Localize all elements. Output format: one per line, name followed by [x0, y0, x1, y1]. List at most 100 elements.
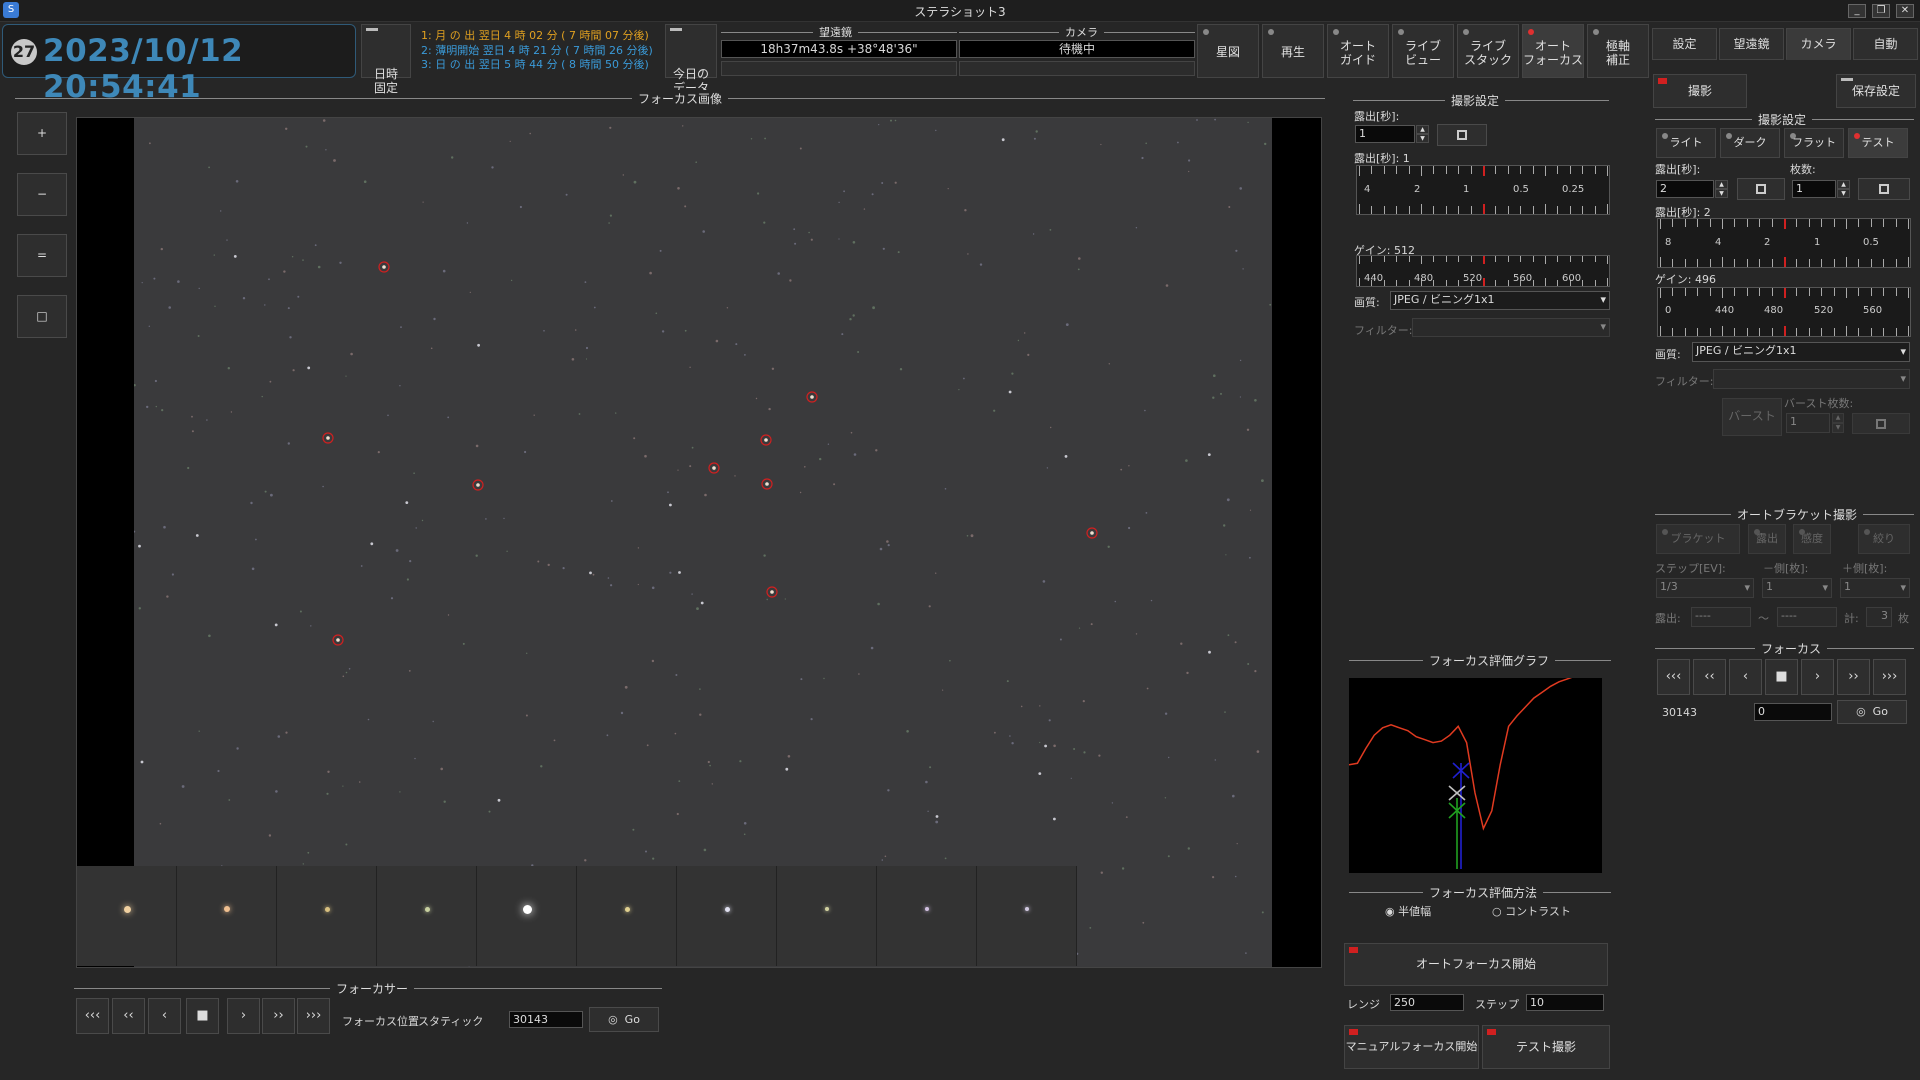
tab-1[interactable]: 望遠鏡 [1719, 28, 1784, 60]
star-thumbnail-8[interactable] [877, 866, 977, 966]
tab-3[interactable]: 自動 [1853, 28, 1918, 60]
exposure-up-button[interactable]: ▲ [1416, 125, 1429, 134]
cam-focus-nav-2[interactable]: ‹ [1729, 659, 1762, 695]
maximize-button[interactable]: ❐ [1872, 4, 1890, 18]
tool-button-5[interactable]: オート フォーカス [1522, 24, 1584, 78]
save-settings-button[interactable]: 保存設定 [1836, 74, 1916, 108]
exposure-input[interactable]: 1 [1355, 125, 1415, 143]
count-input[interactable]: 1 [1792, 180, 1836, 198]
bracket-button-1[interactable]: 露出 [1748, 524, 1786, 554]
gain-slider[interactable]: 440 480 520 560 600 [1356, 255, 1610, 287]
focuser-nav-3[interactable]: ■ [186, 998, 219, 1034]
tool-button-0[interactable]: 星図 [1197, 24, 1259, 78]
range-input[interactable]: 250 [1390, 994, 1464, 1011]
bracket-button-2[interactable]: 感度 [1793, 524, 1831, 554]
cam-focus-nav-6[interactable]: ››› [1873, 659, 1906, 695]
method-contrast[interactable]: ○ コントラスト [1492, 903, 1571, 919]
quality-select[interactable]: JPEG / ビニング1x1 ▾ [1390, 291, 1610, 310]
close-button[interactable]: ✕ [1896, 4, 1914, 18]
focuser-nav-6[interactable]: ››› [297, 998, 330, 1034]
zoom-button-1[interactable]: − [17, 173, 67, 216]
star-thumbnail-4[interactable] [477, 866, 577, 966]
cam-focus-nav-0[interactable]: ‹‹‹ [1657, 659, 1690, 695]
fix-datetime-button[interactable]: 日時 固定 [361, 24, 411, 95]
star-thumbnail-7[interactable] [777, 866, 877, 966]
focuser-go-button[interactable]: ◎ Go [589, 1007, 659, 1032]
count-up-button[interactable]: ▲ [1837, 180, 1850, 189]
cam-filter-select[interactable]: ▾ [1713, 369, 1910, 389]
burst-preset-button[interactable] [1852, 413, 1910, 434]
zoom-button-3[interactable]: □ [17, 295, 67, 338]
star-field[interactable] [134, 118, 1272, 967]
zoom-button-0[interactable]: + [17, 112, 67, 155]
manual-focus-button[interactable]: マニュアルフォーカス開始 [1344, 1025, 1479, 1069]
minus-side-select[interactable]: 1 ▾ [1762, 578, 1832, 598]
zoom-button-2[interactable]: = [17, 234, 67, 277]
frame-type-0[interactable]: ライト [1656, 128, 1716, 158]
star-thumbnail-2[interactable] [277, 866, 377, 966]
cam-focus-nav-3[interactable]: ■ [1765, 659, 1798, 695]
star-thumbnail-9[interactable] [977, 866, 1077, 966]
noise-dot [1083, 751, 1086, 754]
count-preset-button[interactable] [1858, 178, 1910, 200]
count-down-button[interactable]: ▼ [1837, 189, 1850, 198]
shoot-button[interactable]: 撮影 [1653, 74, 1747, 108]
bracket-button-0[interactable]: ブラケット [1656, 524, 1740, 554]
exposure-preset-button[interactable] [1437, 124, 1487, 146]
focus-position-input[interactable]: 30143 [509, 1011, 583, 1028]
cam-exposure-up-button[interactable]: ▲ [1715, 180, 1728, 189]
tab-0[interactable]: 設定 [1652, 28, 1717, 60]
status-led-icon [1593, 29, 1599, 35]
ruler-tick [1896, 328, 1897, 336]
tool-button-6[interactable]: 極軸 補正 [1587, 24, 1649, 78]
cam-gain-slider[interactable]: 0 440 480 520 560 [1657, 287, 1911, 337]
cam-exposure-preset-button[interactable] [1737, 178, 1785, 200]
cam-focus-nav-4[interactable]: › [1801, 659, 1834, 695]
frame-type-2[interactable]: フラット [1784, 128, 1844, 158]
cam-exposure-input[interactable]: 2 [1656, 180, 1714, 198]
tool-button-3[interactable]: ライブ ビュー [1392, 24, 1454, 78]
exposure-down-button[interactable]: ▼ [1416, 134, 1429, 143]
cam-focus-nav-1[interactable]: ‹‹ [1693, 659, 1726, 695]
frame-type-3[interactable]: テスト [1848, 128, 1908, 158]
focuser-nav-4[interactable]: › [227, 998, 260, 1034]
cam-quality-select[interactable]: JPEG / ビニング1x1 ▾ [1692, 342, 1910, 362]
step-input[interactable]: 10 [1526, 994, 1604, 1011]
focuser-nav-5[interactable]: ›› [262, 998, 295, 1034]
burst-button[interactable]: バースト [1722, 398, 1782, 436]
focuser-nav-0[interactable]: ‹‹‹ [76, 998, 109, 1034]
burst-up-button[interactable]: ▲ [1832, 413, 1844, 423]
faint-star [274, 623, 278, 627]
method-half-width[interactable]: ◉ 半値幅 [1385, 903, 1431, 919]
burst-count-input[interactable]: 1 [1786, 413, 1830, 433]
plus-side-select[interactable]: 1 ▾ [1840, 578, 1910, 598]
minimize-button[interactable]: _ [1848, 4, 1866, 18]
frame-type-1[interactable]: ダーク [1720, 128, 1780, 158]
focus-image-view[interactable] [76, 117, 1322, 968]
cam-exposure-down-button[interactable]: ▼ [1715, 189, 1728, 198]
cam-focus-input[interactable]: 0 [1754, 703, 1832, 721]
test-shot-button[interactable]: テスト撮影 [1482, 1025, 1610, 1069]
today-data-button[interactable]: 今日の データ [665, 24, 717, 95]
cam-focus-nav-5[interactable]: ›› [1837, 659, 1870, 695]
star-thumbnail-6[interactable] [677, 866, 777, 966]
star-thumbnail-1[interactable] [177, 866, 277, 966]
focuser-nav-1[interactable]: ‹‹ [112, 998, 145, 1034]
step-ev-select[interactable]: 1/3 ▾ [1656, 578, 1754, 598]
tool-button-1[interactable]: 再生 [1262, 24, 1324, 78]
cam-focus-go-button[interactable]: ◎ Go [1837, 700, 1907, 724]
star-thumbnail-5[interactable] [577, 866, 677, 966]
tool-button-2[interactable]: オート ガイド [1327, 24, 1389, 78]
star-thumbnail-3[interactable] [377, 866, 477, 966]
autofocus-start-button[interactable]: オートフォーカス開始 [1344, 943, 1608, 986]
star-thumbnail-0[interactable] [77, 866, 177, 966]
cam-exposure-slider[interactable]: 8 4 2 1 0.5 [1657, 218, 1911, 268]
focuser-nav-2[interactable]: ‹ [148, 998, 181, 1034]
noise-dot [553, 739, 556, 742]
filter-select[interactable]: ▾ [1412, 318, 1610, 337]
exposure-slider[interactable]: 4 2 1 0.5 0.25 [1356, 165, 1610, 215]
tool-button-4[interactable]: ライブ スタック [1457, 24, 1519, 78]
tab-2[interactable]: カメラ [1786, 28, 1851, 60]
bracket-button-3[interactable]: 絞り [1858, 524, 1910, 554]
burst-down-button[interactable]: ▼ [1832, 423, 1844, 433]
